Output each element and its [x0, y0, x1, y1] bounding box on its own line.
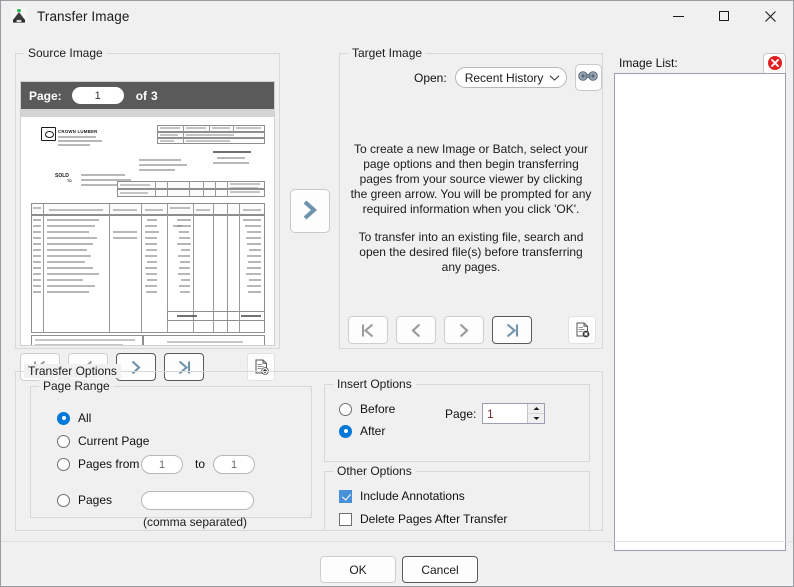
- source-page-bar: Page: 1 of 3: [21, 82, 274, 109]
- title-bar: Transfer Image: [1, 1, 793, 32]
- invoice-soldto-label: TO: [67, 179, 72, 183]
- target-open-value: Recent History: [464, 70, 544, 85]
- pages-list-input[interactable]: [141, 491, 254, 510]
- target-instruction-2: To transfer into an existing file, searc…: [358, 230, 584, 274]
- image-list-label: Image List:: [619, 56, 678, 70]
- other-options-legend: Other Options: [333, 464, 416, 478]
- delete-pages-label: Delete Pages After Transfer: [360, 512, 508, 526]
- transfer-options-legend: Transfer Options: [24, 364, 121, 378]
- source-sub-bar: [21, 109, 274, 117]
- checkbox-delete-pages-after-transfer[interactable]: [339, 512, 352, 526]
- stepper-down-icon[interactable]: [528, 414, 544, 423]
- red-close-circle-icon: [767, 55, 783, 74]
- source-page-input[interactable]: 1: [71, 87, 124, 104]
- chevron-down-icon: [549, 71, 560, 85]
- page-range-option-pages[interactable]: Pages: [57, 493, 112, 507]
- source-page-count: 3: [151, 88, 158, 103]
- ok-button[interactable]: OK: [320, 556, 396, 583]
- radio-all[interactable]: [57, 411, 70, 425]
- search-target-button[interactable]: [574, 64, 602, 91]
- invoice-thumbnail: CROWN LUMBER SOLD TO: [27, 121, 268, 345]
- document-delete-icon[interactable]: [568, 316, 596, 344]
- source-image-legend: Source Image: [24, 46, 107, 60]
- footer-separator: [1, 541, 793, 542]
- stepper-arrows[interactable]: [527, 404, 544, 423]
- include-annotations-label: Include Annotations: [360, 489, 465, 503]
- page-range-option-all[interactable]: All: [57, 411, 91, 425]
- insert-options-legend: Insert Options: [333, 377, 416, 391]
- page-range-option-pages-from[interactable]: Pages from: [57, 457, 139, 471]
- page-range-pages-label: Pages: [78, 493, 113, 507]
- target-next-page-button[interactable]: [444, 316, 484, 344]
- minimize-icon[interactable]: [655, 1, 701, 31]
- pages-to-input[interactable]: 1: [213, 455, 255, 474]
- other-option-delete-pages[interactable]: Delete Pages After Transfer: [339, 512, 507, 526]
- insert-page-stepper[interactable]: 1: [482, 403, 545, 424]
- source-page-label: Page:: [29, 88, 62, 103]
- pages-to-label: to: [195, 457, 206, 471]
- close-icon[interactable]: [747, 1, 793, 31]
- other-option-include-annotations[interactable]: Include Annotations: [339, 489, 465, 503]
- window-controls: [655, 1, 793, 31]
- page-range-pages-from-label: Pages from: [78, 457, 140, 471]
- page-range-panel: Page Range All Current Page Pages from 1…: [30, 379, 312, 529]
- chevron-right-icon: [300, 199, 320, 224]
- scanner-icon: [10, 7, 28, 25]
- target-navigation: [348, 314, 596, 346]
- page-range-current-page-label: Current Page: [78, 434, 150, 448]
- insert-page-value: 1: [487, 406, 494, 421]
- source-of-label: of: [135, 88, 148, 103]
- cancel-button[interactable]: Cancel: [402, 556, 478, 583]
- source-image-panel: Source Image Page: 1 of 3 CROWN LUMBER SO…: [15, 46, 280, 381]
- target-image-legend: Target Image: [348, 46, 427, 60]
- pages-hint: (comma separated): [143, 515, 248, 529]
- transfer-image-window: Transfer Image Source Image Page: 1 of3: [0, 0, 794, 587]
- invoice-company-name: CROWN LUMBER: [58, 129, 98, 134]
- transfer-options-panel: Transfer Options Page Range All Current …: [15, 364, 603, 531]
- insert-options-panel: Insert Options Before After Page: 1: [324, 377, 590, 462]
- target-open-label: Open:: [414, 70, 447, 85]
- target-image-panel: Target Image Open: Recent History To cre…: [339, 46, 603, 349]
- checkbox-include-annotations[interactable]: [339, 489, 352, 503]
- radio-pages-from[interactable]: [57, 457, 70, 471]
- insert-after-label: After: [360, 424, 386, 438]
- other-options-panel: Other Options Include Annotations Delete…: [324, 464, 590, 531]
- binoculars-icon: [578, 70, 599, 85]
- target-instructions: To create a new Image or Batch, select y…: [350, 142, 592, 275]
- page-range-option-current-page[interactable]: Current Page: [57, 434, 149, 448]
- window-title: Transfer Image: [37, 8, 130, 24]
- image-list[interactable]: [614, 73, 786, 551]
- target-last-page-button[interactable]: [492, 316, 532, 344]
- radio-pages[interactable]: [57, 493, 70, 507]
- radio-after[interactable]: [339, 424, 352, 438]
- maximize-icon[interactable]: [701, 1, 747, 31]
- radio-before[interactable]: [339, 402, 352, 416]
- transfer-pages-button[interactable]: [290, 189, 330, 233]
- insert-before-label: Before: [360, 402, 396, 416]
- page-range-legend: Page Range: [39, 379, 114, 393]
- insert-option-before[interactable]: Before: [339, 402, 395, 416]
- target-previous-page-button[interactable]: [396, 316, 436, 344]
- insert-option-after[interactable]: After: [339, 424, 385, 438]
- source-image-viewer: Page: 1 of 3 CROWN LUMBER SOLD TO: [20, 81, 275, 346]
- target-open-row: Open: Recent History: [340, 64, 602, 91]
- target-open-select[interactable]: Recent History: [454, 67, 567, 88]
- target-first-page-button[interactable]: [348, 316, 388, 344]
- target-instruction-1: To create a new Image or Batch, select y…: [350, 142, 592, 216]
- source-document-preview[interactable]: CROWN LUMBER SOLD TO: [21, 117, 274, 345]
- pages-from-input[interactable]: 1: [141, 455, 183, 474]
- page-range-all-label: All: [78, 411, 92, 425]
- invoice-logo-icon: [41, 127, 56, 141]
- insert-page-label: Page:: [445, 407, 477, 421]
- radio-current-page[interactable]: [57, 434, 70, 448]
- source-page-of: of 3: [136, 89, 158, 103]
- stepper-up-icon[interactable]: [528, 404, 544, 414]
